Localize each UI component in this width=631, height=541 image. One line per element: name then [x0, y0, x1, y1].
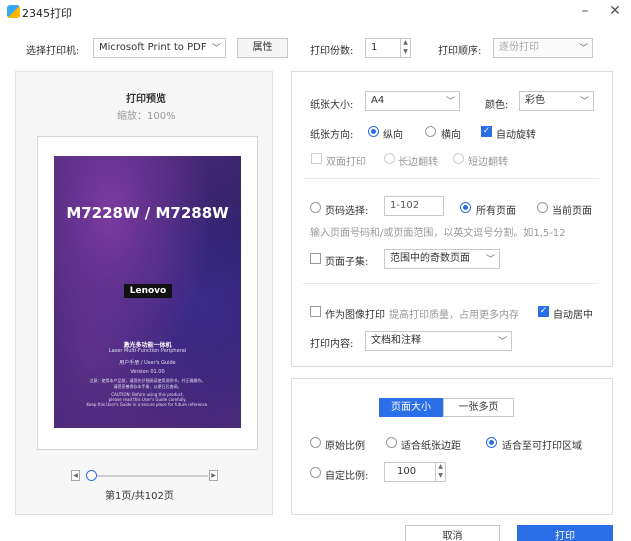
- chevron-down-icon: ﹀: [211, 44, 221, 54]
- content-select[interactable]: 文档和注释 ﹀: [365, 331, 512, 351]
- custom-scale-label: 自定比例:: [325, 471, 369, 482]
- short-edge-radio[interactable]: [453, 153, 464, 164]
- content-label: 打印内容:: [310, 339, 354, 350]
- paper-size-value: A4: [371, 95, 385, 106]
- landscape-label: 横向: [441, 130, 461, 141]
- close-button[interactable]: ✕: [606, 2, 624, 20]
- duplex-label: 双面打印: [326, 157, 366, 168]
- fit-margin-label: 适合纸张边距: [401, 441, 461, 452]
- document-cover-image: M7228W / M7288W Lenovo 激光多功能一体机 Laser Mu…: [54, 156, 241, 428]
- zoom-level: 缩放：100%: [117, 111, 176, 122]
- color-label: 颜色:: [485, 100, 509, 111]
- fit-printable-label: 适合至可打印区域: [502, 441, 582, 452]
- auto-rotate-checkbox[interactable]: ✓: [481, 126, 492, 137]
- prev-page-button[interactable]: ◀: [71, 470, 80, 481]
- as-image-label: 作为图像打印: [325, 310, 385, 321]
- window-title: 2345打印: [22, 7, 72, 20]
- divider: [303, 178, 599, 179]
- printer-label: 选择打印机:: [26, 46, 80, 57]
- printer-select-value: Microsoft Print to PDF: [99, 42, 207, 53]
- cover-guide: 用户手册 / User's Guide: [119, 360, 176, 366]
- page-range-radio[interactable]: [310, 202, 321, 213]
- landscape-radio[interactable]: [425, 126, 436, 137]
- order-select-value: 逐份打印: [499, 42, 539, 53]
- auto-rotate-label: 自动旋转: [496, 130, 536, 141]
- next-page-button[interactable]: ▶: [209, 470, 218, 481]
- page-slider-track[interactable]: [90, 475, 208, 477]
- print-button[interactable]: 打印: [517, 525, 613, 541]
- cover-version: Version 01.00: [130, 369, 165, 375]
- printer-select[interactable]: Microsoft Print to PDF ﹀: [93, 38, 226, 58]
- app-logo-icon: [7, 5, 20, 18]
- paper-size-select[interactable]: A4 ﹀: [365, 91, 460, 111]
- paper-size-label: 纸张大小:: [310, 100, 354, 111]
- cover-model-title: M7228W / M7288W: [66, 204, 229, 222]
- current-page-label: 当前页面: [552, 206, 592, 217]
- subset-value: 范围中的奇数页面: [390, 253, 470, 264]
- color-value: 彩色: [525, 95, 545, 106]
- cover-notice-2: 请您妥善保存本手册，以便日后查阅。: [113, 384, 182, 389]
- minimize-button[interactable]: –: [576, 2, 594, 20]
- stepper-arrows-icon[interactable]: ▲ ▼: [435, 462, 445, 482]
- portrait-label: 纵向: [383, 130, 403, 141]
- chevron-down-icon: ﹀: [579, 97, 589, 107]
- subset-select[interactable]: 范围中的奇数页面 ﹀: [384, 249, 500, 269]
- color-select[interactable]: 彩色 ﹀: [519, 91, 594, 111]
- as-image-checkbox[interactable]: [310, 306, 321, 317]
- divider: [303, 283, 599, 284]
- cancel-button[interactable]: 取消: [405, 525, 500, 541]
- chevron-down-icon: ﹀: [497, 337, 507, 347]
- page-slider-thumb[interactable]: [86, 470, 97, 481]
- original-scale-radio[interactable]: [310, 437, 321, 448]
- chevron-down-icon: ﹀: [485, 255, 495, 265]
- custom-scale-value: 100: [397, 466, 417, 477]
- orientation-label: 纸张方向:: [310, 130, 354, 141]
- duplex-checkbox[interactable]: [311, 153, 322, 164]
- properties-button[interactable]: 属性: [237, 38, 288, 58]
- tab-page-size[interactable]: 页面大小: [379, 398, 443, 417]
- copies-value: 1: [371, 42, 378, 53]
- long-edge-radio[interactable]: [384, 153, 395, 164]
- content-value: 文档和注释: [371, 335, 421, 346]
- custom-scale-stepper[interactable]: 100 ▲ ▼: [384, 462, 446, 482]
- page-indicator: 第1页/共102页: [105, 491, 174, 502]
- long-edge-label: 长边翻转: [398, 157, 438, 168]
- cover-brand-logo: Lenovo: [124, 284, 172, 298]
- auto-center-label: 自动居中: [553, 310, 593, 321]
- current-page-radio[interactable]: [537, 202, 548, 213]
- auto-center-checkbox[interactable]: ✓: [538, 306, 549, 317]
- all-pages-radio[interactable]: [460, 202, 471, 213]
- fit-printable-radio[interactable]: [486, 437, 497, 448]
- chevron-down-icon: ﹀: [578, 44, 588, 54]
- cover-caution-3: Keep this User's Guide in a secure place…: [86, 402, 209, 407]
- copies-label: 打印份数:: [310, 46, 354, 57]
- settings-panel: [291, 71, 613, 367]
- copies-stepper[interactable]: 1 ▲ ▼: [365, 38, 411, 58]
- preview-title: 打印预览: [126, 94, 166, 105]
- custom-scale-radio[interactable]: [310, 467, 321, 478]
- subset-label: 页面子集:: [325, 257, 369, 268]
- cover-product-en: Laser Multi-Function Peripheral: [108, 348, 187, 354]
- subset-checkbox[interactable]: [310, 253, 321, 264]
- order-select[interactable]: 逐份打印 ﹀: [493, 38, 593, 58]
- stepper-arrows-icon[interactable]: ▲ ▼: [400, 38, 410, 58]
- page-range-hint: 输入页面号码和/或页面范围，以英文逗号分割。如1,5-12: [310, 228, 566, 239]
- short-edge-label: 短边翻转: [468, 157, 508, 168]
- fit-margin-radio[interactable]: [386, 437, 397, 448]
- all-pages-label: 所有页面: [476, 206, 516, 217]
- page-range-input[interactable]: 1-102: [384, 196, 444, 216]
- original-scale-label: 原始比例: [325, 441, 365, 452]
- page-range-label: 页码选择:: [325, 206, 369, 217]
- order-label: 打印顺序:: [438, 46, 482, 57]
- chevron-down-icon: ﹀: [445, 97, 455, 107]
- tab-multi-page[interactable]: 一张多页: [443, 398, 514, 417]
- as-image-hint: 提高打印质量，占用更多内存: [389, 310, 519, 321]
- portrait-radio[interactable]: [368, 126, 379, 137]
